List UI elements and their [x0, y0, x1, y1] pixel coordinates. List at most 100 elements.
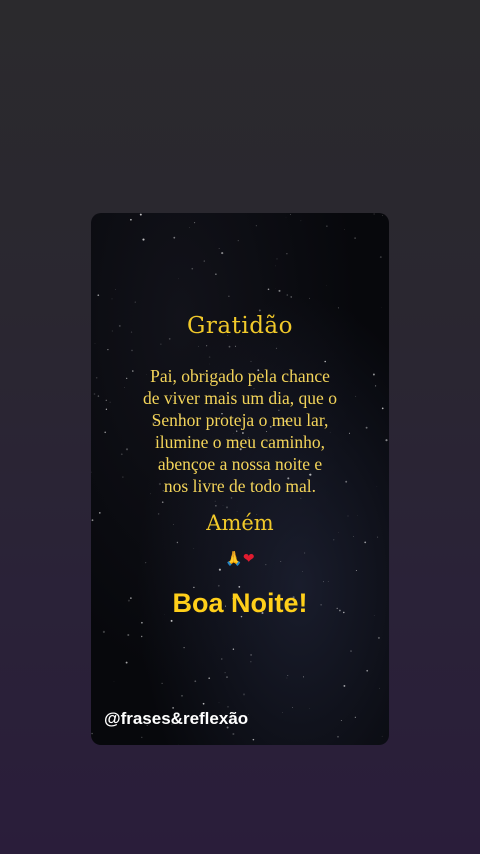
star: [217, 584, 220, 587]
star: [242, 693, 246, 696]
star: [183, 646, 185, 649]
story-card[interactable]: Gratidão Pai, obrigado pela chance de vi…: [91, 213, 389, 745]
star: [337, 735, 339, 738]
star: [181, 695, 183, 697]
star: [327, 581, 329, 582]
star: [375, 385, 377, 387]
star: [194, 222, 196, 224]
star: [250, 360, 252, 362]
star: [302, 676, 305, 678]
star: [130, 218, 132, 221]
star: [275, 265, 276, 267]
star: [290, 296, 292, 298]
star: [382, 215, 383, 216]
star: [197, 345, 199, 347]
star: [324, 360, 326, 363]
star: [326, 225, 328, 227]
star: [286, 253, 288, 255]
star: [208, 356, 211, 358]
star: [104, 431, 107, 434]
star: [160, 343, 162, 345]
star: [134, 301, 136, 303]
star: [141, 232, 142, 234]
star: [140, 635, 143, 638]
star: [340, 719, 342, 722]
star: [113, 681, 115, 682]
star: [161, 501, 164, 504]
star: [258, 309, 261, 312]
star: [111, 298, 113, 300]
star: [343, 684, 346, 687]
star: [354, 716, 356, 718]
star: [191, 267, 194, 270]
star: [193, 548, 195, 549]
prayer-text: Pai, obrigado pela chance de viver mais …: [111, 365, 369, 497]
star: [221, 658, 223, 660]
star: [228, 295, 230, 297]
star: [381, 307, 382, 308]
star: [372, 373, 375, 376]
star: [228, 345, 231, 348]
star: [232, 648, 235, 650]
star: [203, 260, 205, 262]
star: [379, 687, 380, 689]
star: [97, 294, 100, 297]
prayer-line: Senhor proteja o meu lar,: [151, 410, 329, 430]
star: [355, 569, 357, 572]
emoji-row: 🙏❤: [91, 550, 389, 566]
star: [206, 345, 208, 347]
star: [226, 676, 228, 678]
star: [224, 672, 226, 674]
star: [377, 536, 379, 538]
star: [97, 395, 100, 397]
star: [353, 535, 354, 537]
star: [215, 273, 217, 275]
star: [176, 541, 179, 544]
star: [94, 343, 96, 344]
amen-text: Amém: [206, 511, 274, 535]
prayer-line: Pai, obrigado pela chance: [150, 366, 330, 386]
star: [177, 278, 179, 280]
account-handle[interactable]: @frases&reflexão: [104, 709, 248, 729]
star: [292, 707, 294, 708]
prayer-line: ilumine o meu caminho,: [154, 432, 326, 452]
star: [267, 288, 270, 291]
star: [381, 735, 383, 737]
star: [141, 736, 143, 738]
star: [252, 738, 255, 741]
star: [237, 240, 239, 242]
star: [141, 621, 143, 624]
star: [250, 661, 252, 663]
star: [208, 677, 211, 680]
star: [107, 348, 109, 351]
praying-hands-icon: 🙏: [225, 550, 243, 566]
star: [286, 677, 288, 679]
star: [364, 541, 367, 544]
star: [276, 258, 278, 260]
star: [300, 220, 302, 222]
star: [337, 307, 339, 309]
star: [300, 497, 302, 499]
star: [278, 289, 281, 292]
star: [91, 471, 92, 473]
star: [218, 702, 220, 704]
star: [161, 682, 163, 685]
star: [214, 500, 216, 502]
star: [91, 732, 93, 735]
star: [95, 377, 98, 379]
star: [333, 539, 335, 541]
star: [218, 248, 220, 249]
prayer-line: nos livre de todo mal.: [163, 476, 317, 496]
star: [218, 568, 221, 571]
star: [373, 213, 375, 215]
prayer-line: de viver mais um dia, que o: [143, 388, 337, 408]
star: [248, 714, 249, 715]
star: [105, 399, 107, 401]
star: [202, 702, 205, 705]
star: [326, 285, 327, 287]
star: [139, 213, 142, 216]
star: [215, 505, 217, 507]
star: [309, 297, 310, 299]
star: [170, 619, 173, 622]
star: [379, 256, 382, 259]
